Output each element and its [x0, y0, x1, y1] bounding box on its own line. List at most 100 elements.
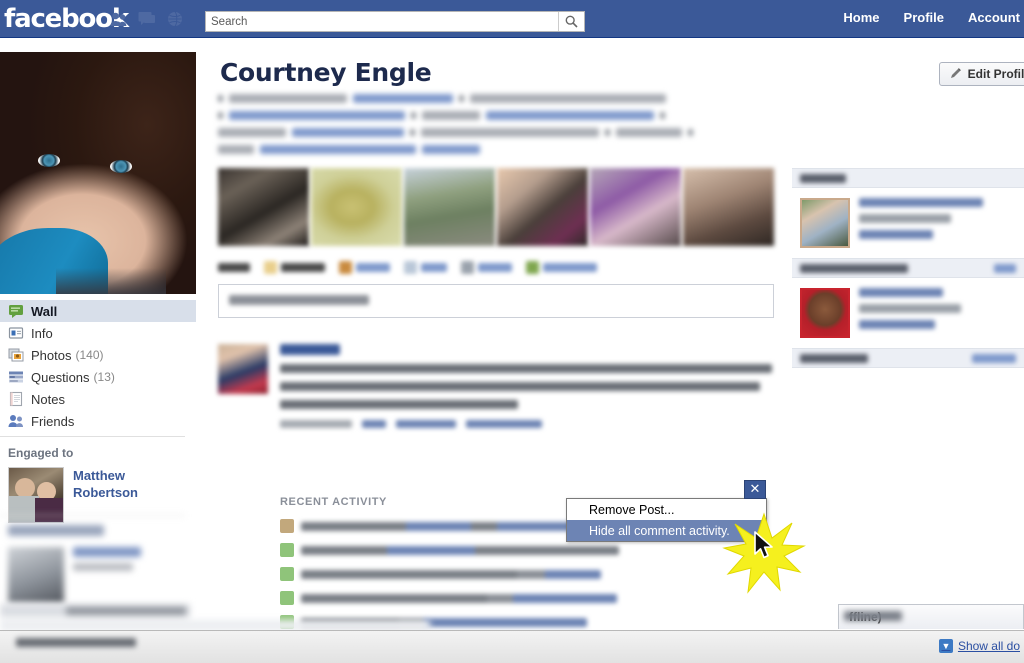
share-link-button[interactable] [404, 260, 447, 274]
nav-home[interactable]: Home [843, 10, 879, 25]
topbar-icon-group [110, 11, 184, 27]
sidebar-item-count: (13) [93, 370, 115, 384]
post-author-name[interactable] [280, 344, 340, 355]
share-toolbar[interactable] [218, 258, 774, 276]
edit-profile-button[interactable]: Edit Profile [938, 62, 1024, 86]
suggested-friend-card[interactable] [792, 278, 1024, 348]
photos-icon [8, 347, 24, 363]
menu-item-remove-post[interactable]: Remove Post... [567, 499, 766, 520]
topbar-nav: Home Profile Account [843, 10, 1024, 25]
download-item-blurred [0, 598, 430, 632]
wall-icon [8, 303, 24, 319]
create-ad-link-blurred[interactable] [972, 353, 1016, 363]
show-all-downloads-button[interactable]: ▼ Show all do [938, 639, 1020, 653]
people-you-may-know-header [792, 258, 1024, 278]
profile-bio-blurred [218, 94, 798, 162]
status-composer[interactable] [218, 284, 774, 318]
photo-thumbnail[interactable] [311, 168, 402, 246]
post-actions [280, 420, 774, 428]
share-label [218, 262, 250, 272]
blurred-thumbnail [8, 547, 64, 603]
section-link-blurred[interactable] [994, 263, 1016, 273]
show-all-downloads-label: Show all do [957, 639, 1020, 653]
photos-section-header [792, 168, 1024, 188]
post-author-avatar[interactable] [218, 344, 268, 394]
browser-download-bar: ▼ Show all do [0, 630, 1024, 663]
profile-sidebar: Wall Info Photos (140) Questions (13) No… [0, 38, 196, 663]
share-photo-button[interactable] [339, 260, 390, 274]
search-bar[interactable] [205, 11, 585, 32]
profile-content-area: Courtney Engle Edit Profile [196, 38, 1024, 663]
blurred-heading [8, 525, 104, 536]
sidebar-item-label: Notes [31, 391, 65, 407]
sidebar-item-notes[interactable]: Notes [0, 388, 196, 410]
blurred-list-item [0, 547, 185, 603]
sidebar-item-label: Questions [31, 369, 90, 385]
post-context-menu: Remove Post... Hide all comment activity… [566, 498, 767, 542]
photo-tag-card[interactable] [792, 188, 1024, 258]
photo-detail [38, 154, 60, 167]
section-heading-blurred [800, 173, 846, 183]
download-filename-blurred [16, 638, 136, 647]
wall-post [218, 344, 774, 428]
sidebar-item-label: Photos [31, 347, 72, 363]
photo-thumbnail[interactable] [404, 168, 495, 246]
chat-bar-blurred-text [838, 604, 908, 628]
photo-thumbnail[interactable] [218, 168, 309, 246]
section-heading-blurred [800, 353, 868, 363]
edit-profile-label: Edit Profile [967, 67, 1024, 81]
friend-requests-icon[interactable] [110, 11, 128, 27]
facebook-top-bar: facebook Home Profile Ac [0, 0, 1024, 38]
recent-activity-title: RECENT ACTIVITY [280, 496, 387, 508]
photo-detail [56, 268, 166, 294]
status-composer-placeholder [229, 295, 369, 305]
sidebar-nav: Wall Info Photos (140) Questions (13) No… [0, 300, 196, 432]
suggested-friend-photo[interactable] [800, 288, 850, 338]
notifications-globe-icon[interactable] [166, 11, 184, 27]
share-status-button[interactable] [264, 260, 325, 274]
messages-icon[interactable] [138, 11, 156, 27]
close-button[interactable]: ✕ [744, 480, 766, 499]
sidebar-item-label: Wall [31, 303, 58, 319]
photo-strip[interactable] [218, 168, 774, 246]
tagged-photo-thumbnail[interactable] [800, 198, 850, 248]
screenshot-root: facebook Home Profile Ac [0, 0, 1024, 663]
sidebar-item-label: Friends [31, 413, 75, 429]
photo-thumbnail[interactable] [683, 168, 774, 246]
notes-icon [8, 391, 24, 407]
share-video-button[interactable] [461, 260, 512, 274]
blurred-text [73, 547, 141, 603]
right-rail [792, 168, 1024, 410]
photo-detail [110, 160, 132, 173]
pencil-icon [950, 67, 962, 82]
photo-thumbnail[interactable] [497, 168, 588, 246]
nav-profile[interactable]: Profile [904, 10, 944, 25]
search-input[interactable] [206, 12, 558, 31]
info-icon [8, 325, 24, 341]
search-icon [565, 15, 578, 28]
sidebar-item-questions[interactable]: Questions (13) [0, 366, 196, 388]
page-title: Courtney Engle [220, 58, 432, 87]
sidebar-item-photos[interactable]: Photos (140) [0, 344, 196, 366]
share-question-button[interactable] [526, 260, 597, 274]
sidebar-item-wall[interactable]: Wall [0, 300, 196, 322]
sidebar-item-friends[interactable]: Friends [0, 410, 196, 432]
sidebar-item-label: Info [31, 325, 53, 341]
download-icon: ▼ [938, 639, 953, 653]
profile-photo[interactable] [0, 52, 196, 294]
activity-item[interactable] [280, 562, 710, 586]
photo-thumbnail[interactable] [590, 168, 681, 246]
sidebar-item-count: (140) [75, 348, 104, 362]
close-icon: ✕ [749, 482, 761, 497]
menu-item-hide-all-comment-activity[interactable]: Hide all comment activity. [567, 520, 766, 541]
sidebar-item-info[interactable]: Info [0, 322, 196, 344]
photo-detail [15, 478, 35, 498]
engaged-title: Engaged to [8, 446, 74, 460]
engaged-section: Engaged to Matthew Robertson [0, 436, 185, 523]
section-heading-blurred [800, 263, 908, 273]
sponsored-header [792, 348, 1024, 368]
search-button[interactable] [558, 12, 584, 31]
friends-icon [8, 413, 24, 429]
nav-account[interactable]: Account [968, 10, 1020, 25]
questions-icon [8, 369, 24, 385]
